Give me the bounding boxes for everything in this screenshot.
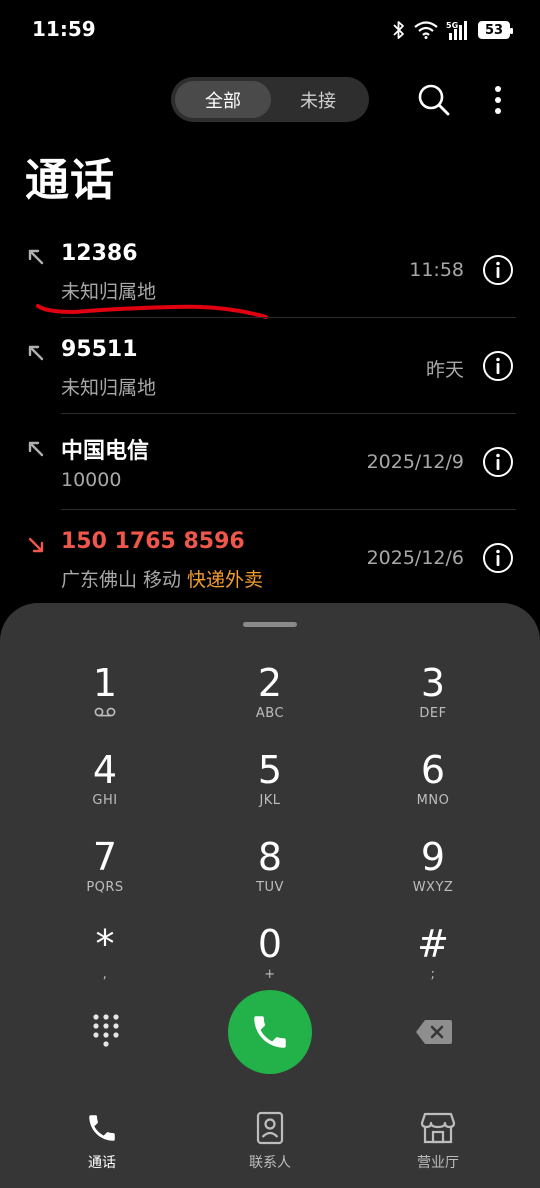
call-name: 中国电信	[61, 439, 150, 464]
outgoing-call-icon	[28, 441, 44, 457]
dial-key-5[interactable]: 5 JKL	[200, 749, 340, 829]
filter-missed-tab[interactable]: 未接	[271, 81, 365, 118]
key-letters: ;	[430, 967, 436, 982]
nav-label: 营业厅	[417, 1155, 459, 1171]
call-location-text: 10000	[61, 469, 122, 491]
key-digit: 4	[92, 748, 118, 792]
nav-tab-calls[interactable]: 通话	[42, 1108, 162, 1172]
key-digit: 9	[420, 835, 446, 879]
key-letters: JKL	[259, 793, 281, 808]
key-digit: 6	[420, 748, 446, 792]
key-digit: 8	[257, 835, 283, 879]
key-letters: +	[264, 967, 276, 982]
dial-key-6[interactable]: 6 MNO	[363, 749, 503, 829]
info-icon[interactable]	[482, 254, 514, 286]
missed-call-icon	[28, 537, 44, 553]
dial-key-1[interactable]: 1	[35, 662, 175, 742]
key-letters: GHI	[92, 793, 118, 808]
drag-handle[interactable]	[243, 622, 297, 627]
call-time: 2025/12/6	[366, 547, 464, 569]
key-letters: TUV	[256, 880, 284, 895]
dial-key-4[interactable]: 4 GHI	[35, 749, 175, 829]
info-icon[interactable]	[482, 542, 514, 574]
call-name: 95511	[61, 337, 138, 362]
info-icon[interactable]	[482, 446, 514, 478]
search-icon	[418, 84, 450, 116]
dialpad-toggle-button[interactable]	[88, 1011, 124, 1051]
call-filter-toggle: 全部 未接	[171, 77, 369, 122]
key-letters: WXYZ	[412, 880, 454, 895]
call-location-text: 未知归属地	[61, 377, 157, 399]
page-title: 通话	[25, 155, 115, 206]
nav-tab-contacts[interactable]: 联系人	[210, 1108, 330, 1172]
call-log-item[interactable]: 150 1765 8596 广东佛山 移动 快递外卖 2025/12/6	[0, 510, 540, 606]
call-location: 广东佛山 移动 快递外卖	[61, 565, 263, 592]
nav-label: 联系人	[249, 1155, 291, 1171]
key-digit: 0	[257, 922, 283, 966]
info-icon[interactable]	[482, 350, 514, 382]
key-digit: 7	[92, 835, 118, 879]
contacts-icon	[256, 1111, 284, 1145]
call-button[interactable]	[228, 990, 312, 1074]
dial-key-hash[interactable]: # ;	[363, 923, 503, 1003]
filter-all-tab[interactable]: 全部	[175, 81, 271, 118]
phone-icon	[254, 1016, 286, 1048]
call-time: 昨天	[425, 359, 464, 381]
wifi-icon	[414, 21, 438, 39]
outgoing-call-icon	[28, 345, 44, 361]
store-icon	[420, 1112, 456, 1144]
call-log-list: 12386 未知归属地 11:58 95511 未知归属地 昨天 中国电信 10…	[0, 222, 540, 606]
key-letters: MNO	[416, 793, 450, 808]
call-location: 10000	[61, 469, 121, 491]
key-letters: ABC	[255, 706, 285, 721]
dial-key-star[interactable]: * ,	[35, 923, 175, 1003]
dialpad-grid-icon	[93, 1014, 119, 1047]
bluetooth-icon	[392, 20, 406, 40]
call-log-item[interactable]: 95511 未知归属地 昨天	[0, 318, 540, 414]
dialpad-sheet: 1 2 ABC 3 DEF 4 GHI 5 JKL 6 MNO 7 PQRS 8…	[0, 603, 540, 1188]
key-digit: 5	[257, 748, 283, 792]
more-vertical-icon	[495, 86, 501, 114]
more-options-button[interactable]	[478, 80, 518, 120]
dial-key-7[interactable]: 7 PQRS	[35, 836, 175, 916]
status-time: 11:59	[32, 17, 96, 41]
search-button[interactable]	[414, 80, 454, 120]
voicemail-icon	[35, 706, 175, 722]
network-type: 5G	[446, 21, 458, 30]
key-letters: DEF	[419, 706, 447, 721]
dial-key-3[interactable]: 3 DEF	[363, 662, 503, 742]
key-letters: ,	[102, 967, 108, 982]
status-bar: 11:59 5G 53	[0, 0, 540, 58]
call-location: 未知归属地	[61, 373, 156, 400]
key-digit: *	[95, 922, 115, 966]
phone-icon	[89, 1115, 115, 1141]
key-digit: 2	[257, 661, 283, 705]
battery-level: 53	[484, 22, 504, 38]
key-digit: 3	[420, 661, 446, 705]
nav-tab-business-hall[interactable]: 营业厅	[378, 1108, 498, 1172]
call-log-item[interactable]: 中国电信 10000 2025/12/9	[0, 414, 540, 510]
call-tag: 快递外卖	[187, 569, 264, 591]
call-location-text: 广东佛山 移动	[61, 569, 182, 591]
bottom-navigation: 通话 联系人 营业厅	[0, 1108, 540, 1188]
backspace-icon	[416, 1020, 452, 1044]
call-log-item[interactable]: 12386 未知归属地 11:58	[0, 222, 540, 319]
dial-key-9[interactable]: 9 WXYZ	[363, 836, 503, 916]
status-icons: 5G 53	[392, 17, 513, 43]
outgoing-call-icon	[28, 249, 44, 265]
call-name: 12386	[61, 241, 138, 266]
key-digit: #	[417, 922, 449, 966]
cellular-signal-icon: 5G	[446, 20, 470, 40]
battery-icon: 53	[478, 21, 513, 39]
call-name: 150 1765 8596	[61, 529, 245, 554]
key-digit: 1	[92, 661, 118, 705]
call-time: 2025/12/9	[366, 451, 464, 473]
dial-key-8[interactable]: 8 TUV	[200, 836, 340, 916]
backspace-button[interactable]	[414, 1018, 454, 1046]
key-letters: PQRS	[86, 880, 124, 895]
call-time: 11:58	[409, 259, 464, 281]
dial-key-2[interactable]: 2 ABC	[200, 662, 340, 742]
nav-label: 通话	[88, 1155, 116, 1171]
